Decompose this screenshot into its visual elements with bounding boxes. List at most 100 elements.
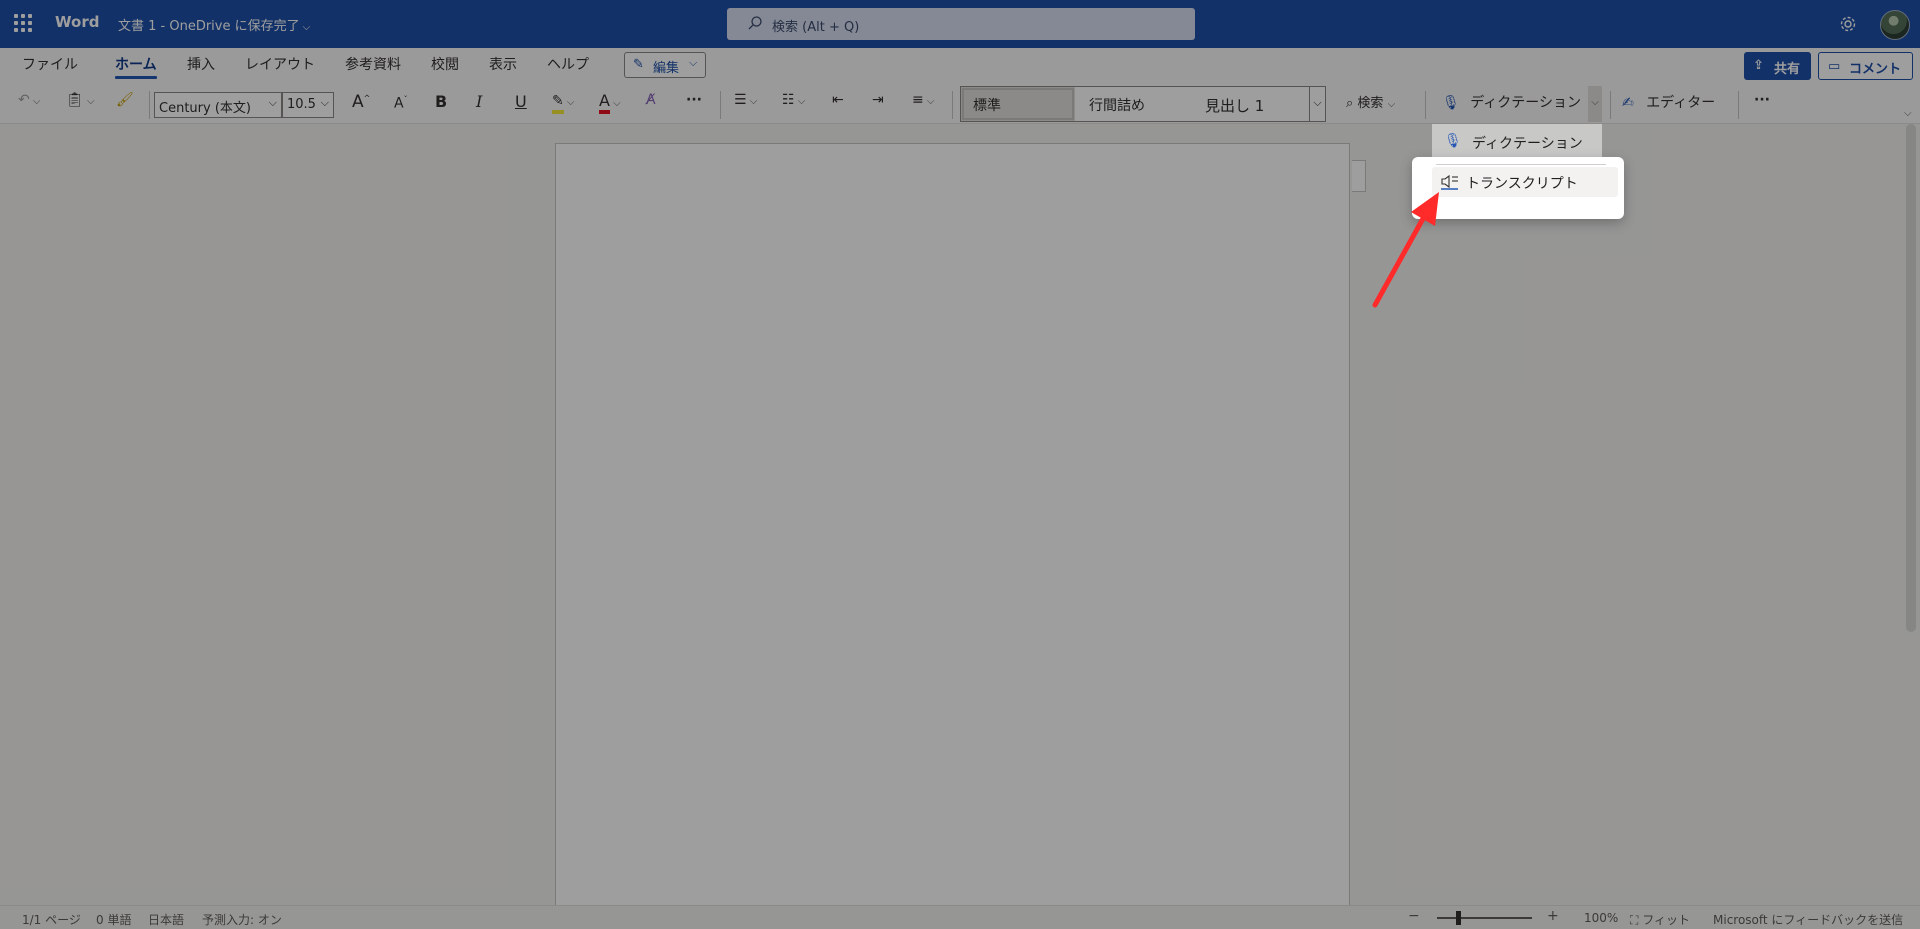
search-input[interactable]: 検索 (Alt + Q) [727,8,1195,40]
menu-item-dictate[interactable]: 🎙︎ ディクテーション [1432,124,1602,160]
font-color-button[interactable]: A ⌵ [599,92,621,118]
style-heading-1[interactable]: 見出し 1 [1189,87,1309,121]
fit-icon: ⛶ [1630,913,1643,927]
app-name[interactable]: Word [55,13,99,31]
underline-button[interactable]: U [515,92,527,118]
styles-gallery: 標準 行間詰め 見出し 1 ⌵ [960,86,1326,122]
shrink-font-label: A [394,95,404,112]
feedback-link[interactable]: Microsoft にフィードバックを送信 [1713,911,1903,928]
more-options-button[interactable]: ··· [1754,92,1770,118]
title-bar: Word 文書 1 - OneDrive に保存完了 ⌵ 検索 (Alt + Q) [0,0,1920,48]
tab-insert[interactable]: 挿入 [187,54,215,74]
find-button[interactable]: ⌕ 検索 ⌵ [1346,92,1395,118]
font-name-value: Century (本文) [159,101,251,116]
editing-mode-button[interactable]: ✎ 編集 ⌵ [624,52,706,78]
grow-font-button[interactable]: A^ [352,92,370,118]
pencil-icon: ✎ [633,57,644,72]
status-bar: 1/1 ページ 0 単語 日本語 予測入力: オン − + 100% ⛶ フィッ… [0,905,1920,929]
share-button[interactable]: ⇪ 共有 [1744,52,1811,80]
menu-divider [1436,164,1606,165]
share-label: 共有 [1774,62,1801,77]
clear-formatting-icon[interactable]: A̸ [646,92,656,118]
tab-layout[interactable]: レイアウト [245,54,315,74]
comments-label: コメント [1849,62,1902,77]
zoom-in-button[interactable]: + [1547,908,1559,924]
menu-bar: ファイル ホーム 挿入 レイアウト 参考資料 校閲 表示 ヘルプ ✎ 編集 ⌵ … [0,48,1920,86]
editing-mode-label: 編集 [653,61,680,76]
align-icon: ≡ [912,92,924,108]
comments-button[interactable]: ▭ コメント [1818,52,1913,80]
search-icon [748,16,762,30]
grow-font-label: A [352,92,364,112]
zoom-slider-thumb[interactable] [1456,911,1461,925]
chevron-down-icon: ⌵ [302,22,311,33]
highlight-color-button[interactable]: ✎ ⌵ [552,92,575,118]
document-title[interactable]: 文書 1 - OneDrive に保存完了 ⌵ [118,15,310,34]
tab-review[interactable]: 校閲 [431,54,459,74]
chevron-down-icon: ⌵ [29,96,41,107]
chevron-down-icon: ⌵ [689,56,698,69]
page-count: 1/1 ページ [22,913,81,927]
chevron-down-icon: ⌵ [1387,99,1396,110]
paste-button[interactable]: 📋︎ ⌵ [66,92,95,118]
microphone-icon: 🎙︎ [1442,95,1460,111]
chevron-down-icon: ⌵ [83,96,95,107]
editor-label: エディター [1646,95,1716,111]
numbering-button[interactable]: ☷ ⌵ [782,92,805,118]
search-placeholder: 検索 (Alt + Q) [772,20,860,35]
shrink-font-button[interactable]: Aˇ [394,95,408,121]
tab-references[interactable]: 参考資料 [345,54,401,74]
fit-label: フィット [1642,913,1690,927]
styles-expand-chevron-icon[interactable]: ⌵ [1309,87,1325,121]
user-avatar[interactable] [1880,10,1910,40]
divider [952,91,953,119]
style-normal[interactable]: 標準 [961,87,1075,121]
format-painter-icon[interactable]: 🖌︎ [116,92,134,118]
highlighter-icon: ✎ [552,92,564,114]
dictate-dropdown-chevron-icon[interactable]: ⌵ [1588,86,1602,122]
zoom-level[interactable]: 100% [1584,911,1618,925]
tab-home[interactable]: ホーム [115,54,157,79]
language-indicator[interactable]: 日本語 [148,911,184,928]
find-label: 検索 [1357,96,1384,111]
vertical-scrollbar[interactable] [1906,124,1916,632]
increase-indent-icon[interactable]: ⇥ [872,92,884,118]
search-icon: ⌕ [1346,96,1354,111]
microphone-icon: 🎙︎ [1444,133,1462,149]
editor-pen-icon: ✍︎ [1622,95,1634,111]
style-no-spacing[interactable]: 行間詰め [1075,87,1189,121]
style-no-spacing-label: 行間詰め [1089,98,1145,114]
tab-help[interactable]: ヘルプ [547,54,589,74]
style-heading-1-label: 見出し 1 [1205,97,1265,115]
page-margin-marker [1352,160,1366,192]
font-name-select[interactable]: Century (本文) ⌵ [154,92,282,118]
menu-item-transcribe[interactable]: トランスクリプト [1432,167,1618,197]
app-launcher-icon[interactable] [14,14,32,32]
fit-button[interactable]: ⛶ フィット [1630,911,1690,928]
settings-gear-icon[interactable] [1838,14,1858,34]
italic-button[interactable]: I [476,92,482,118]
document-page[interactable] [555,143,1350,929]
divider [1610,91,1611,119]
predictive-text-status[interactable]: 予測入力: オン [202,911,282,928]
menu-item-transcribe-label: トランスクリプト [1466,176,1578,192]
zoom-out-button[interactable]: − [1408,908,1420,924]
paragraph-align-button[interactable]: ≡ ⌵ [912,92,935,118]
tab-view[interactable]: 表示 [489,54,517,74]
zoom-slider[interactable] [1437,917,1532,919]
decrease-indent-icon[interactable]: ⇤ [832,92,844,118]
document-canvas [0,125,1920,929]
divider [149,91,150,119]
dictate-button[interactable]: 🎙︎ ディクテーション [1442,92,1581,118]
editor-button[interactable]: ✍︎ エディター [1622,92,1715,118]
chevron-down-icon: ⌵ [320,96,329,109]
chevron-down-icon: ⌵ [794,96,806,107]
tab-file[interactable]: ファイル [22,54,78,74]
comment-icon: ▭ [1828,59,1841,74]
more-font-options-button[interactable]: ··· [686,92,702,118]
bold-button[interactable]: B [435,92,447,118]
bullets-button[interactable]: ☰ ⌵ [734,92,757,118]
undo-button[interactable]: ↶ ⌵ [18,92,41,118]
share-icon: ⇪ [1753,58,1764,73]
font-size-select[interactable]: 10.5 ⌵ [282,92,334,118]
